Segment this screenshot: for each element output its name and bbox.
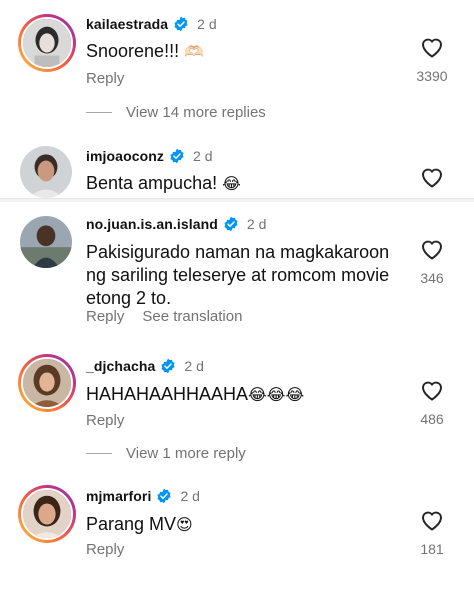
comment-body: HAHAHAAHHAAHA bbox=[86, 384, 249, 404]
comment-actions: Reply bbox=[86, 541, 142, 558]
replies-line bbox=[86, 453, 112, 454]
avatar[interactable] bbox=[18, 485, 76, 543]
comment-text: Pakisigurado naman na magkakaroon ng sar… bbox=[86, 242, 390, 308]
verified-badge-icon bbox=[160, 358, 176, 374]
heart-outline-icon[interactable] bbox=[420, 166, 444, 188]
comment-time: 2 d bbox=[193, 148, 213, 164]
avatar[interactable] bbox=[18, 354, 76, 412]
avatar[interactable] bbox=[18, 14, 76, 72]
comment-item: no.juan.is.an.island 2 d Pakisigurado na… bbox=[0, 203, 474, 343]
avatar[interactable] bbox=[20, 146, 72, 198]
avatar[interactable] bbox=[20, 216, 72, 268]
view-replies-label: View 14 more replies bbox=[126, 104, 266, 121]
verified-badge-icon bbox=[156, 488, 172, 504]
comment-text: Snoorene!!! 🫶🏻 bbox=[86, 40, 204, 63]
comment-item: _djchacha 2 d HAHAHAAHHAAHA😂😂😂 Reply 486… bbox=[0, 343, 474, 473]
like-control: 2062 bbox=[412, 166, 452, 198]
verified-badge-icon bbox=[173, 16, 189, 32]
view-replies-label: View 1 more reply bbox=[126, 445, 246, 462]
username[interactable]: no.juan.is.an.island bbox=[86, 216, 218, 232]
heart-outline-icon[interactable] bbox=[420, 509, 444, 531]
comment-time: 2 d bbox=[184, 358, 204, 374]
like-count: 3390 bbox=[416, 68, 448, 84]
emoji: 🫶🏻 bbox=[184, 42, 205, 61]
username[interactable]: imjoaoconz bbox=[86, 148, 164, 164]
reply-button[interactable]: Reply bbox=[86, 412, 124, 429]
like-count: 346 bbox=[420, 270, 444, 286]
verified-badge-icon bbox=[223, 216, 239, 232]
comment-meta: no.juan.is.an.island 2 d bbox=[86, 216, 266, 232]
comment-text: HAHAHAAHHAAHA😂😂😂 bbox=[86, 383, 304, 406]
view-replies-button[interactable]: View 14 more replies bbox=[86, 104, 266, 121]
comment-meta: mjmarfori 2 d bbox=[86, 488, 200, 504]
like-count: 486 bbox=[420, 411, 444, 427]
comment-time: 2 d bbox=[180, 488, 200, 504]
heart-outline-icon[interactable] bbox=[420, 36, 444, 58]
username[interactable]: kailaestrada bbox=[86, 16, 168, 32]
username[interactable]: mjmarfori bbox=[86, 488, 151, 504]
view-replies-button[interactable]: View 1 more reply bbox=[86, 445, 246, 462]
emoji: 😂 bbox=[222, 174, 241, 193]
like-count: 181 bbox=[420, 541, 444, 557]
comment-text: Benta ampucha! 😂 bbox=[86, 172, 241, 195]
comment-meta: kailaestrada 2 d bbox=[86, 16, 217, 32]
comment-body: Parang MV bbox=[86, 514, 177, 534]
screenshot-divider bbox=[0, 198, 474, 202]
comment-body: Benta ampucha! bbox=[86, 173, 218, 193]
like-control: 3390 bbox=[412, 36, 452, 84]
verified-badge-icon bbox=[169, 148, 185, 164]
heart-outline-icon[interactable] bbox=[420, 379, 444, 401]
heart-outline-icon[interactable] bbox=[420, 238, 444, 260]
comment-text: Parang MV😍 bbox=[86, 513, 193, 536]
comment-actions: Reply See translation bbox=[86, 308, 260, 325]
username[interactable]: _djchacha bbox=[86, 358, 155, 374]
like-control: 346 bbox=[412, 238, 452, 286]
comment-item: imjoaoconz 2 d Benta ampucha! 😂 2062 bbox=[0, 140, 474, 198]
comment-meta: _djchacha 2 d bbox=[86, 358, 204, 374]
reply-button[interactable]: Reply bbox=[86, 70, 124, 87]
comment-item: kailaestrada 2 d Snoorene!!! 🫶🏻 Reply 33… bbox=[0, 0, 474, 140]
replies-line bbox=[86, 112, 112, 113]
reply-button[interactable]: Reply bbox=[86, 541, 124, 558]
comment-meta: imjoaoconz 2 d bbox=[86, 148, 212, 164]
comment-time: 2 d bbox=[246, 216, 267, 232]
emoji: 😂😂😂 bbox=[248, 385, 305, 404]
comment-body: Snoorene!!! bbox=[86, 41, 180, 61]
like-control: 181 bbox=[412, 509, 452, 557]
comment-actions: Reply bbox=[86, 412, 142, 429]
comment-time: 2 d bbox=[197, 16, 217, 32]
like-control: 486 bbox=[412, 379, 452, 427]
see-translation-button[interactable]: See translation bbox=[142, 308, 242, 325]
reply-button[interactable]: Reply bbox=[86, 308, 124, 325]
emoji: 😍 bbox=[176, 515, 193, 534]
comment-item: mjmarfori 2 d Parang MV😍 Reply 181 bbox=[0, 473, 474, 613]
comment-actions: Reply bbox=[86, 70, 142, 87]
